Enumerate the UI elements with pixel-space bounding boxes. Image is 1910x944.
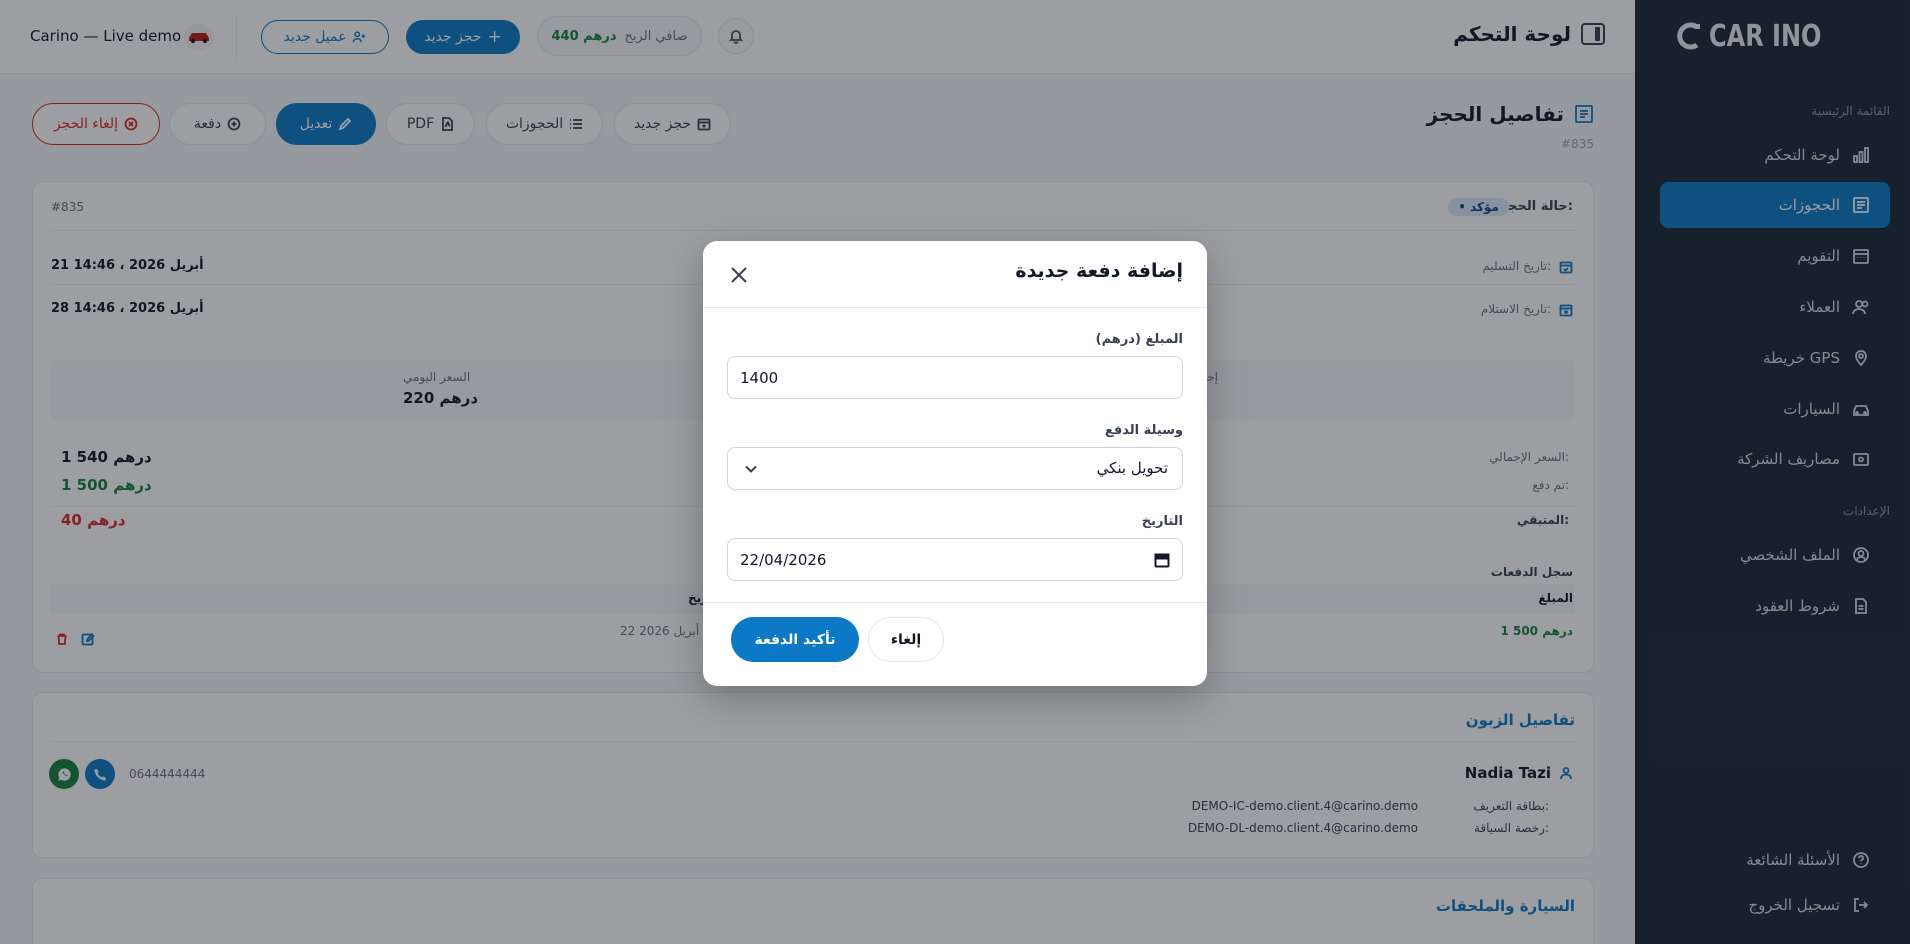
modal-footer: تأكيد الدفعة إلغاء	[703, 602, 1207, 686]
payment-method-label: وسيلة الدفع	[1104, 423, 1183, 438]
modal-title: إضافة دفعة جديدة	[1015, 260, 1183, 282]
modal-header: إضافة دفعة جديدة	[703, 241, 1207, 308]
date-input[interactable]: 22/04/2026	[727, 538, 1183, 581]
payment-method-select[interactable]: تحويل بنكي	[727, 447, 1183, 490]
add-payment-modal: إضافة دفعة جديدة المبلغ (درهم) 1400 وسيل…	[703, 241, 1207, 686]
date-value: 22/04/2026	[740, 550, 827, 569]
date-label: التاريخ	[1141, 514, 1183, 529]
calendar-icon[interactable]	[1154, 552, 1170, 568]
chevron-down-icon	[744, 462, 758, 476]
amount-value: 1400	[740, 368, 779, 387]
amount-label: المبلغ (درهم)	[1095, 332, 1183, 347]
close-button[interactable]	[729, 265, 749, 285]
confirm-payment-button[interactable]: تأكيد الدفعة	[731, 617, 859, 662]
amount-input[interactable]: 1400	[727, 356, 1183, 399]
app-root: CAR INO القائمة الرئيسية لوحة التحكم الح…	[0, 0, 1910, 944]
cancel-button[interactable]: إلغاء	[868, 617, 944, 662]
close-icon	[729, 265, 749, 285]
payment-method-value: تحويل بنكي	[1096, 459, 1168, 477]
